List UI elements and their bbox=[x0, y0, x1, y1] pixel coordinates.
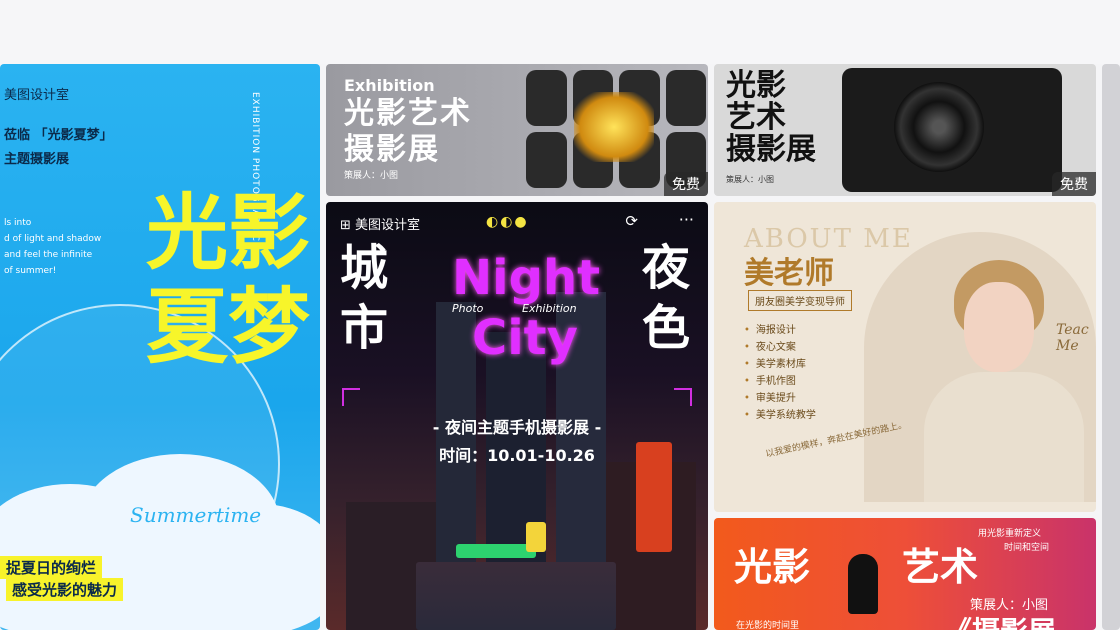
neon-sign bbox=[526, 522, 546, 552]
template-card-orange[interactable]: 光影 艺术 用光影重新定义 时间和空间 策展人：小图 《摄影展 在光影的时间里 bbox=[714, 518, 1096, 630]
portrait-face bbox=[964, 282, 1034, 372]
free-badge: 免费 bbox=[664, 172, 708, 196]
camera-title: 光影 艺术 摄影展 bbox=[726, 70, 816, 166]
left-title-1: 城 bbox=[340, 240, 389, 296]
right-title: 夜 色 bbox=[642, 238, 690, 358]
exhibition-title-1: 光影艺术 bbox=[344, 96, 472, 131]
tiny-line: d of light and shadow bbox=[4, 234, 102, 244]
big-title-2: 夏梦 bbox=[146, 279, 311, 375]
tiny-line: ls into bbox=[4, 218, 32, 228]
orange-title-1: 光影 bbox=[734, 545, 811, 589]
bracket-corner bbox=[674, 388, 692, 406]
service-list: 海报设计 夜心文案 美学素材库 手机作图 审美提升 美学系统教学 bbox=[744, 322, 816, 424]
template-card-summer[interactable]: 美图设计室 莅临 「光影夏梦」 主题摄影展 EXHIBITION PHOTOGR… bbox=[0, 64, 320, 630]
template-card-night-city[interactable]: ⊞ 美图设计室 ◐◐● ⟳ ··· 城 市 夜 色 Night City Pho… bbox=[326, 202, 708, 630]
yellow-line-2: 感受光影的魅力 bbox=[6, 578, 124, 601]
camera-title-1: 光影 bbox=[726, 68, 786, 103]
list-item: 美学素材库 bbox=[744, 356, 816, 373]
tiny-line: of summer! bbox=[4, 266, 57, 276]
orange-bottom-title: 《摄影展 bbox=[944, 610, 1056, 630]
orange-title-2: 艺术 bbox=[902, 545, 979, 589]
template-card-partial[interactable] bbox=[1102, 64, 1120, 630]
refresh-icon[interactable]: ⟳ bbox=[625, 212, 638, 230]
template-card-camera[interactable]: 光影 艺术 摄影展 策展人：小图 免费 bbox=[714, 64, 1096, 196]
tiny-line: and feel the infinite bbox=[4, 250, 93, 260]
top-bar bbox=[0, 0, 1120, 64]
teacher-tag: 朋友圈美学变现导师 bbox=[748, 290, 852, 311]
neon-sign bbox=[456, 544, 536, 558]
left-title: 城 市 bbox=[340, 238, 388, 358]
camera-title-3: 摄影展 bbox=[726, 132, 816, 167]
list-item: 美学系统教学 bbox=[744, 407, 816, 424]
city-word: City bbox=[472, 310, 578, 366]
night-subtitle: - 夜间主题手机摄影展 - bbox=[432, 418, 602, 437]
list-item: 审美提升 bbox=[744, 390, 816, 407]
intro-bracket-open: 「 bbox=[34, 128, 48, 143]
exhibition-title-2: 摄影展 bbox=[344, 132, 440, 167]
moon-icons: ◐◐● bbox=[486, 214, 529, 230]
curator: 策展人：小图 bbox=[344, 171, 399, 181]
street bbox=[416, 562, 616, 630]
camera-title-2: 艺术 bbox=[726, 100, 786, 135]
intro-prefix: 莅临 bbox=[4, 128, 31, 143]
list-item: 海报设计 bbox=[744, 322, 816, 339]
studio-name: 美图设计室 bbox=[4, 88, 70, 103]
orange-top-text-2: 时间和空间 bbox=[1004, 543, 1050, 553]
studio-header: ⊞ 美图设计室 bbox=[340, 218, 421, 233]
studio-name: 美图设计室 bbox=[355, 218, 421, 233]
list-item: 手机作图 bbox=[744, 373, 816, 390]
intro-bracket-close: 」 bbox=[99, 128, 113, 143]
template-card-teacher[interactable]: ABOUT ME 美老师 朋友圈美学变现导师 海报设计 夜心文案 美学素材库 手… bbox=[714, 202, 1096, 512]
script-exhibition: Exhibition bbox=[522, 302, 577, 315]
left-title-2: 市 bbox=[340, 300, 389, 356]
night-time: 时间：10.01-10.26 bbox=[439, 446, 595, 465]
exhibition-english: Exhibition bbox=[344, 76, 435, 95]
script-text: Teac Me bbox=[1056, 322, 1089, 354]
bracket-corner bbox=[342, 388, 360, 406]
yellow-line-1: 捉夏日的绚烂 bbox=[0, 556, 103, 579]
lens-shape bbox=[894, 82, 984, 172]
intro-title: 光影夏梦 bbox=[47, 128, 100, 143]
orange-bottom-left: 在光影的时间里 bbox=[736, 621, 800, 630]
script-photo: Photo bbox=[452, 302, 484, 315]
curator: 策展人：小图 bbox=[726, 175, 774, 184]
more-icon[interactable]: ··· bbox=[679, 210, 694, 229]
right-title-1: 夜 bbox=[642, 240, 691, 296]
portrait-photo bbox=[924, 252, 1084, 502]
orange-top-text: 用光影重新定义 bbox=[978, 529, 1042, 539]
teacher-name: 美老师 bbox=[744, 256, 834, 291]
intro-line: 莅临 「光影夏梦」 bbox=[4, 124, 113, 143]
portrait-body bbox=[924, 372, 1084, 502]
script-text: Summertime bbox=[130, 503, 262, 527]
night-word: Night bbox=[452, 250, 601, 306]
exhibition-title: 光影艺术 摄影展 bbox=[344, 96, 472, 168]
right-title-2: 色 bbox=[642, 300, 691, 356]
subtitle: 主题摄影展 bbox=[4, 152, 70, 167]
figure-silhouette bbox=[848, 554, 878, 614]
template-card-exhibition[interactable]: Exhibition 光影艺术 摄影展 策展人：小图 免费 bbox=[326, 64, 708, 196]
decor-glow bbox=[574, 92, 654, 162]
big-title-1: 光影 bbox=[146, 185, 311, 281]
free-badge: 免费 bbox=[1052, 172, 1096, 196]
list-item: 夜心文案 bbox=[744, 339, 816, 356]
